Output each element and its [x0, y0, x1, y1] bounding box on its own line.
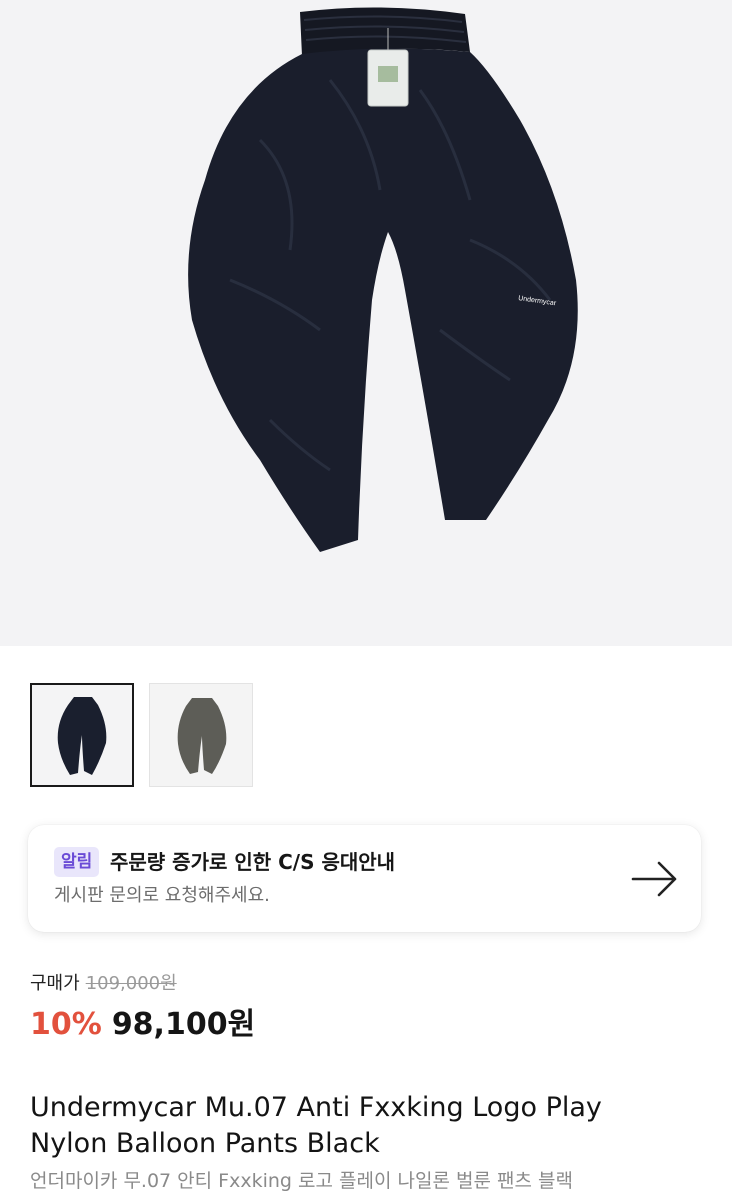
price-label: 구매가	[30, 973, 80, 994]
price-row: 10% 98,100원	[30, 1004, 255, 1046]
product-page: Undermycar 알림 주문량 증가로 인한 C/S 응대안내 게시판 문의…	[0, 0, 732, 1200]
product-korean-title: 언더마이카 무.07 안티 Fxxking 로고 플레이 나일론 벌룬 팬츠 블…	[30, 1170, 573, 1192]
product-title: Undermycar Mu.07 Anti Fxxking Logo Play …	[30, 1090, 710, 1162]
product-title-line-2: Nylon Balloon Pants Black	[30, 1128, 380, 1159]
notice-subtitle: 게시판 문의로 요청해주세요.	[54, 885, 270, 906]
thumbnail-charcoal[interactable]	[149, 683, 253, 787]
product-hero-image[interactable]: Undermycar	[0, 0, 732, 646]
discount-rate: 10%	[30, 1007, 102, 1042]
arrow-right-icon[interactable]	[631, 859, 679, 903]
notice-badge: 알림	[54, 847, 100, 877]
final-price: 98,100원	[111, 1007, 256, 1042]
product-title-line-1: Undermycar Mu.07 Anti Fxxking Logo Play	[30, 1092, 602, 1123]
price-label-row: 구매가 109,000원	[30, 970, 177, 998]
original-price: 109,000원	[85, 973, 177, 994]
thumbnail-black[interactable]	[30, 683, 134, 787]
cs-notice-card[interactable]: 알림 주문량 증가로 인한 C/S 응대안내 게시판 문의로 요청해주세요.	[28, 825, 701, 932]
notice-title: 주문량 증가로 인한 C/S 응대안내	[110, 850, 396, 874]
